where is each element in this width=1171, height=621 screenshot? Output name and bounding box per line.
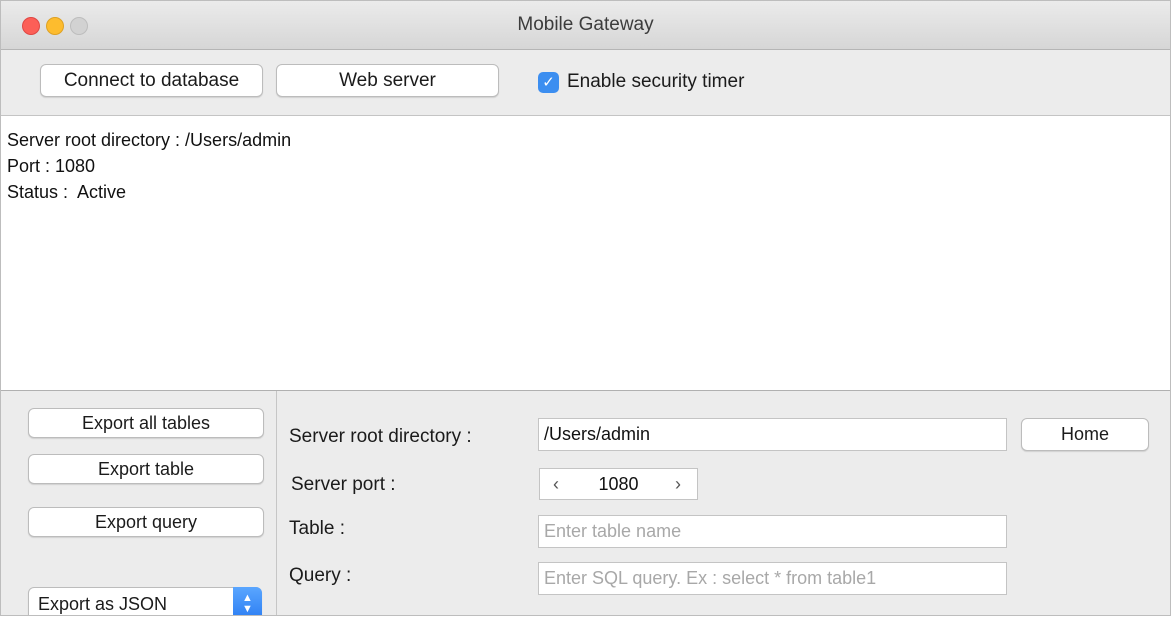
home-button[interactable]: Home <box>1021 418 1149 451</box>
export-panel: Export all tables Export table Export qu… <box>1 391 276 615</box>
table-name-input[interactable] <box>538 515 1007 548</box>
connect-database-button[interactable]: Connect to database <box>40 64 263 97</box>
export-table-button[interactable]: Export table <box>28 454 264 484</box>
server-port-stepper[interactable]: 1080 ‹ › <box>539 468 698 500</box>
export-all-tables-button[interactable]: Export all tables <box>28 408 264 438</box>
log-line: Status : Active <box>7 182 127 202</box>
server-log-area[interactable]: Server root directory : /Users/admin Por… <box>1 115 1170 391</box>
export-format-value: Export as JSON <box>38 594 168 614</box>
root-directory-label: Server root directory : <box>289 426 472 447</box>
settings-panel: Server root directory : Home Server port… <box>276 391 1170 615</box>
toolbar: Connect to database Web server ✓ Enable … <box>1 50 1170 115</box>
app-window: Mobile Gateway Connect to database Web s… <box>0 0 1171 616</box>
security-timer-label: Enable security timer <box>567 71 745 92</box>
title-bar[interactable]: Mobile Gateway <box>1 1 1170 50</box>
server-port-label: Server port : <box>291 474 396 495</box>
export-format-select[interactable]: Export as JSON ▲ ▼ <box>28 587 262 615</box>
log-line: Server root directory : /Users/admin <box>7 130 292 150</box>
checkmark-icon[interactable]: ✓ <box>538 71 559 93</box>
security-timer-checkbox[interactable]: ✓ Enable security timer <box>538 70 744 94</box>
web-server-button[interactable]: Web server <box>276 64 499 97</box>
up-down-chevron-icon[interactable]: ▲ ▼ <box>233 587 262 615</box>
sql-query-input[interactable] <box>538 562 1007 595</box>
query-label: Query : <box>289 565 352 586</box>
log-line: Port : 1080 <box>7 156 96 176</box>
table-label: Table : <box>289 518 345 539</box>
chevron-right-icon[interactable]: › <box>675 469 681 499</box>
export-query-button[interactable]: Export query <box>28 507 264 537</box>
server-port-value: 1080 <box>598 474 639 494</box>
window-title: Mobile Gateway <box>517 14 654 35</box>
chevron-left-icon[interactable]: ‹ <box>553 469 559 499</box>
root-directory-input[interactable] <box>538 418 1007 451</box>
